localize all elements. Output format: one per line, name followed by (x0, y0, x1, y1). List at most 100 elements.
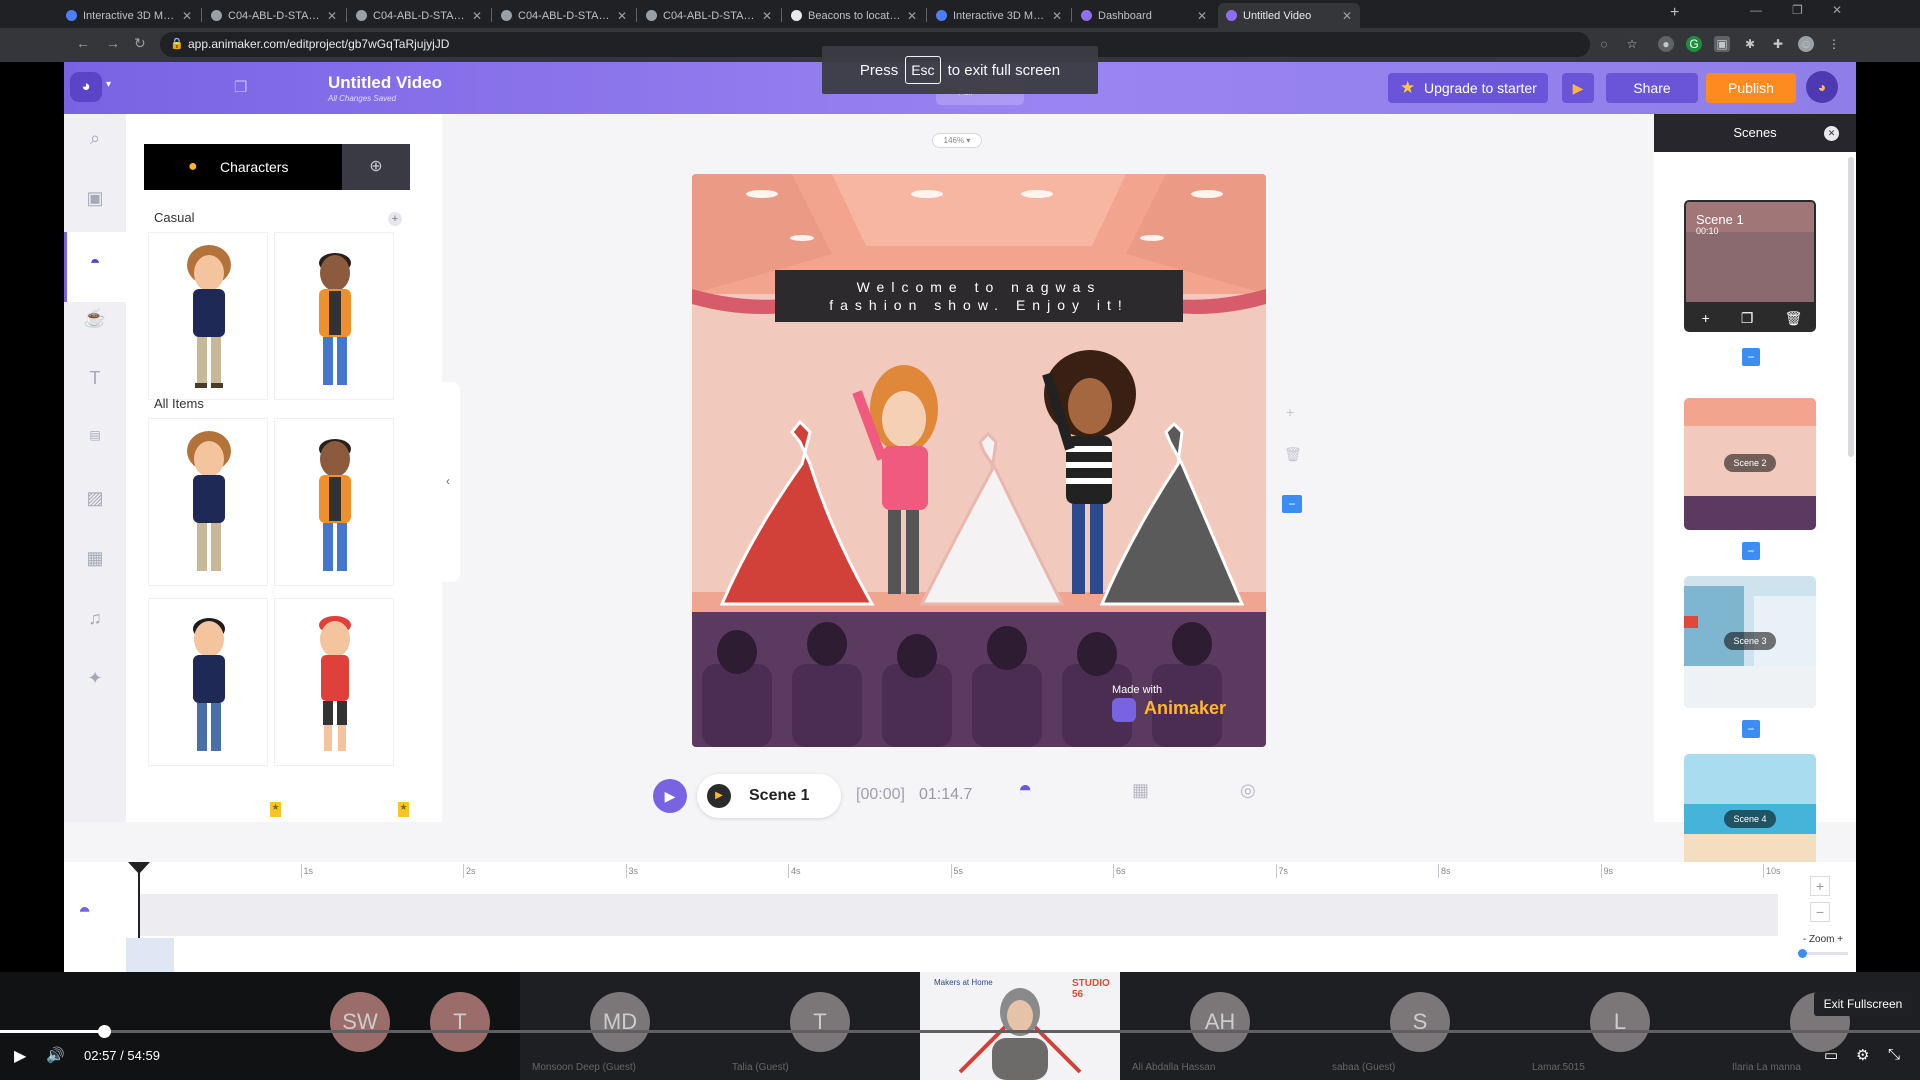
browser-tab[interactable]: Interactive 3D Mall Map | ✕ (928, 3, 1070, 28)
browser-tab[interactable]: C04-ABL-D-STA-B-AR-03 ✕ (638, 3, 780, 28)
share-button[interactable]: Share (1606, 73, 1698, 103)
tab-close-icon[interactable]: ✕ (1197, 9, 1207, 23)
eye-off-icon[interactable]: ◌ (1596, 36, 1612, 52)
add-scene-icon[interactable]: + (1702, 310, 1710, 326)
character-card[interactable] (148, 232, 268, 400)
add-icon[interactable]: + (1286, 404, 1294, 420)
tab-close-icon[interactable]: ✕ (472, 9, 482, 23)
browser-tab[interactable]: Beacons to locate trees - ✕ (783, 3, 925, 28)
participant-tile[interactable]: Ilaria La manna (1720, 972, 1920, 1080)
copy-icon[interactable]: ❐ (234, 78, 252, 96)
background-icon[interactable]: ▤ (64, 428, 126, 442)
minimize-button[interactable]: — (1750, 3, 1762, 17)
scene-card-1[interactable]: Scene 1 00:10 + ❐ 🗑 (1684, 200, 1816, 332)
video-progress-bar[interactable] (0, 1030, 1920, 1033)
forward-icon[interactable]: → (106, 35, 120, 51)
character-icon[interactable]: ◓ (1018, 776, 1033, 804)
image-icon[interactable]: ▨ (64, 488, 126, 509)
presenter-video[interactable]: Makers at Home STUDIO 56 (920, 972, 1120, 1080)
search-icon[interactable]: ⌕ (64, 128, 126, 149)
preview-play-button[interactable]: ▶ (1562, 73, 1594, 103)
add-character-button[interactable]: ⊕ (342, 144, 410, 190)
trash-icon[interactable]: 🗑 (1284, 446, 1302, 463)
restore-button[interactable]: ❐ (1792, 3, 1803, 17)
scene-card-3[interactable]: Scene 3 (1684, 576, 1816, 708)
bookmark-icon[interactable]: ★ (270, 802, 281, 817)
character-card[interactable] (274, 232, 394, 400)
tab-close-icon[interactable]: ✕ (182, 9, 192, 23)
tab-close-icon[interactable]: ✕ (617, 9, 627, 23)
participant-tile[interactable]: L Lamar.5015 (1520, 972, 1720, 1080)
user-avatar[interactable]: ◕ (1806, 71, 1838, 103)
browser-tab[interactable]: C04-ABL-D-STA-B-AR-02 ✕ (493, 3, 635, 28)
bookmark-star-icon[interactable]: ☆ (1624, 36, 1640, 52)
timeline-track[interactable] (138, 894, 1778, 936)
participant-tile[interactable]: SW (330, 972, 430, 1080)
participant-tile[interactable]: MD Monsoon Deep (Guest) (520, 972, 720, 1080)
tab-close-icon[interactable]: ✕ (762, 9, 772, 23)
upgrade-button[interactable]: ★ Upgrade to starter (1388, 73, 1548, 103)
props-icon[interactable]: ☕ (64, 308, 126, 329)
minus-button[interactable]: − (1742, 348, 1760, 366)
extension-icon[interactable]: ● (1658, 36, 1674, 52)
browser-tab[interactable]: Interactive 3D Mall Map | ✕ (58, 3, 200, 28)
zoom-select[interactable]: 146% ▾ (932, 133, 982, 148)
track-item-thumbnail[interactable] (126, 938, 174, 972)
minus-button[interactable]: − (1742, 720, 1760, 738)
extension-box-icon[interactable]: ▣ (1714, 36, 1730, 52)
exit-fullscreen-icon[interactable]: ⤡ (1888, 1046, 1900, 1063)
participant-tile[interactable]: T (430, 972, 530, 1080)
film-icon[interactable]: ▦ (1132, 780, 1149, 801)
video-title[interactable]: Untitled Video (328, 73, 442, 93)
camera-icon[interactable]: ◎ (1240, 780, 1256, 801)
delete-icon[interactable]: 🗑 (1785, 310, 1803, 327)
characters-tab[interactable]: ● Characters (144, 144, 342, 190)
puzzle-icon[interactable]: ✱ (1742, 36, 1758, 52)
scene-play-pill[interactable]: ▶ Scene 1 (697, 774, 841, 818)
character-card[interactable] (274, 598, 394, 766)
settings-gear-icon[interactable]: ⚙ (1856, 1046, 1869, 1064)
stage-canvas[interactable]: Welcome to nagwas fashion show. Enjoy it… (692, 174, 1266, 747)
media-icon[interactable]: ▣ (64, 188, 126, 209)
animaker-logo-icon[interactable]: ◕ (70, 72, 102, 102)
minus-button[interactable]: − (1282, 495, 1302, 513)
zoom-slider[interactable] (1798, 949, 1848, 958)
plus-icon[interactable]: + (388, 212, 402, 226)
grammarly-icon[interactable]: G (1686, 36, 1702, 52)
back-icon[interactable]: ← (76, 35, 90, 51)
browser-tab[interactable]: C04-ABL-D-STA-B-AR-00 ✕ (203, 3, 345, 28)
tab-close-icon[interactable]: ✕ (907, 9, 917, 23)
minus-button[interactable]: − (1742, 542, 1760, 560)
welcome-banner[interactable]: Welcome to nagwas fashion show. Enjoy it… (775, 270, 1183, 322)
browser-tab[interactable]: Untitled Video ✕ (1218, 3, 1360, 28)
chevron-down-icon[interactable]: ▾ (106, 79, 111, 90)
zoom-out-button[interactable]: − (1810, 902, 1830, 922)
publish-button[interactable]: Publish (1706, 73, 1796, 103)
timeline-ruler[interactable]: 1s 2s 3s 4s 5s 6s 7s 8s 9s 10s (138, 862, 1838, 892)
captions-icon[interactable]: ▭ (1824, 1046, 1838, 1064)
scene-card-2[interactable]: Scene 2 (1684, 398, 1816, 530)
participant-tile[interactable]: Ssabaa (Guest) (1320, 972, 1520, 1080)
tab-close-icon[interactable]: ✕ (1342, 9, 1352, 23)
scenes-scrollbar[interactable] (1848, 157, 1854, 457)
effects-icon[interactable]: ✦ (64, 668, 126, 689)
character-icon[interactable]: ◓ (64, 252, 126, 273)
play-button[interactable]: ▶ (653, 779, 687, 813)
text-icon[interactable]: T (64, 368, 126, 389)
playhead-handle[interactable] (128, 862, 150, 874)
tab-close-icon[interactable]: ✕ (327, 9, 337, 23)
close-icon[interactable]: ✕ (1824, 126, 1839, 141)
tab-close-icon[interactable]: ✕ (1052, 9, 1062, 23)
extensions-icon[interactable]: ✚ (1770, 36, 1786, 52)
new-tab-button[interactable]: + (1670, 4, 1679, 22)
profile-icon[interactable]: ☺ (1798, 36, 1814, 52)
close-window-button[interactable]: ✕ (1832, 3, 1842, 17)
browser-tab[interactable]: C04-ABL-D-STA-B-AR-01 ✕ (348, 3, 490, 28)
menu-kebab-icon[interactable]: ⋮ (1826, 36, 1842, 52)
video-icon[interactable]: ▦ (64, 548, 126, 569)
zoom-in-button[interactable]: + (1810, 876, 1830, 896)
duplicate-icon[interactable]: ❐ (1741, 310, 1754, 327)
participant-tile[interactable]: T Talia (Guest) (720, 972, 920, 1080)
browser-tab[interactable]: Dashboard ✕ (1073, 3, 1215, 28)
play-scene-icon[interactable]: ▶ (707, 784, 731, 808)
